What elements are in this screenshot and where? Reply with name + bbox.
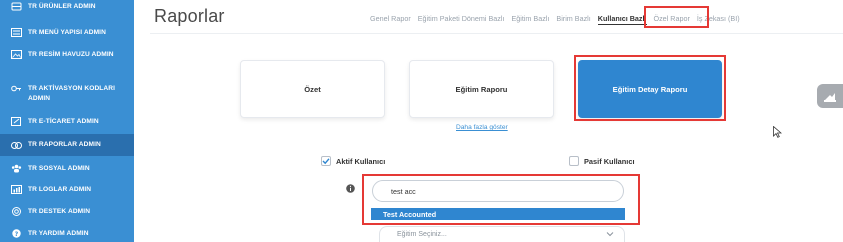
- database-icon: [11, 2, 22, 11]
- chevron-down-icon: [606, 232, 614, 237]
- sidebar-item-label: TR RAPORLAR ADMIN: [28, 141, 101, 148]
- egitim-select[interactable]: Eğitim Seçiniz...: [379, 226, 625, 242]
- help-icon: ?: [12, 229, 21, 238]
- cart-icon: [11, 117, 21, 126]
- sidebar-item-raporlar[interactable]: TR RAPORLAR ADMIN: [0, 134, 134, 156]
- tab-egitim-paketi-donemi[interactable]: Eğitim Paketi Dönemi Bazlı: [418, 14, 505, 25]
- tab-kullanici-bazli[interactable]: Kullanıcı Bazlı: [597, 14, 647, 25]
- mouse-cursor-icon: [773, 126, 782, 138]
- header-divider: [150, 33, 843, 34]
- pasif-kullanici-checkbox[interactable]: [569, 156, 579, 166]
- pasif-kullanici-filter[interactable]: Pasif Kullanıcı: [569, 156, 635, 166]
- aktif-kullanici-filter[interactable]: Aktif Kullanıcı: [321, 156, 385, 166]
- sidebar-item-yardim[interactable]: ? TR YARDIM ADMIN: [0, 229, 134, 239]
- sidebar: TR ÜRÜNLER ADMIN TR MENÜ YAPISI ADMIN TR…: [0, 0, 134, 242]
- aktif-kullanici-checkbox[interactable]: [321, 156, 331, 166]
- sidebar-item-label: TR DESTEK ADMIN: [28, 208, 91, 215]
- sidebar-item-label: TR MENÜ YAPISI ADMIN: [28, 29, 106, 36]
- tab-genel-rapor[interactable]: Genel Rapor: [370, 14, 411, 25]
- sidebar-item-label: TR AKTİVASYON KODLARI ADMIN: [28, 85, 116, 102]
- reports-icon: [11, 141, 22, 149]
- logs-icon: [11, 185, 22, 194]
- tab-highlight-box: [644, 6, 709, 28]
- image-icon: [11, 50, 22, 59]
- svg-text:?: ?: [15, 231, 19, 238]
- menu-icon: [11, 28, 22, 37]
- key-icon: [11, 85, 21, 92]
- floating-side-button[interactable]: [817, 84, 843, 108]
- sidebar-item-label: TR E-TİCARET ADMIN: [28, 118, 99, 125]
- tool-icon: [824, 93, 836, 102]
- pasif-kullanici-label: Pasif Kullanıcı: [584, 156, 635, 166]
- aktif-kullanici-label: Aktif Kullanıcı: [336, 156, 386, 166]
- check-icon: [322, 158, 330, 165]
- card-egitim-raporu[interactable]: Eğitim Raporu: [409, 60, 554, 118]
- sidebar-item-aktivasyon[interactable]: TR AKTİVASYON KODLARI ADMIN: [0, 84, 134, 104]
- sidebar-item-loglar[interactable]: TR LOGLAR ADMIN: [0, 185, 134, 195]
- support-icon: [12, 207, 21, 216]
- sidebar-item-sosyal[interactable]: TR SOSYAL ADMIN: [0, 164, 134, 174]
- info-icon[interactable]: [346, 184, 355, 193]
- sidebar-item-e-ticaret[interactable]: TR E-TİCARET ADMIN: [0, 117, 134, 127]
- sidebar-item-label: TR SOSYAL ADMIN: [28, 165, 90, 172]
- page-title: Raporlar: [154, 6, 225, 26]
- sidebar-item-resim-havuzu[interactable]: TR RESİM HAVUZU ADMIN: [0, 50, 134, 60]
- show-more-link[interactable]: Daha fazla göster: [456, 124, 508, 131]
- sidebar-item-label: TR RESİM HAVUZU ADMIN: [28, 51, 114, 58]
- sidebar-item-label: TR YARDIM ADMIN: [28, 230, 89, 237]
- search-highlight-box: [362, 174, 640, 225]
- sidebar-item-menu-yapisi[interactable]: TR MENÜ YAPISI ADMIN: [0, 28, 134, 38]
- sidebar-item-urunler[interactable]: TR ÜRÜNLER ADMIN: [0, 2, 134, 12]
- card-highlight-box: [574, 55, 726, 121]
- card-ozet[interactable]: Özet: [240, 60, 385, 118]
- sidebar-item-label: TR LOGLAR ADMIN: [28, 186, 92, 193]
- page: TR ÜRÜNLER ADMIN TR MENÜ YAPISI ADMIN TR…: [0, 0, 843, 242]
- egitim-select-value: Eğitim Seçiniz...: [397, 231, 447, 238]
- tab-birim-bazli[interactable]: Birim Bazlı: [556, 14, 590, 25]
- sidebar-item-destek[interactable]: TR DESTEK ADMIN: [0, 207, 134, 217]
- users-icon: [11, 164, 22, 173]
- tab-egitim-bazli[interactable]: Eğitim Bazlı: [511, 14, 549, 25]
- sidebar-item-label: TR ÜRÜNLER ADMIN: [28, 3, 96, 10]
